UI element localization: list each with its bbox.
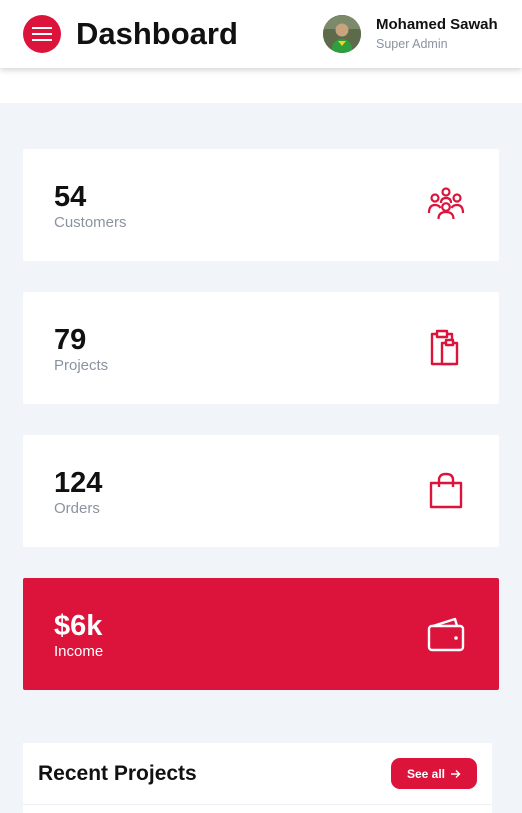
clipboard-icon [430, 329, 459, 366]
wallet-icon [427, 617, 465, 652]
top-header: Dashboard Mohamed Sawah Super Admin [0, 0, 522, 68]
page-title: Dashboard [76, 16, 238, 51]
customers-card[interactable]: 54 Customers [23, 149, 499, 261]
income-card[interactable]: $6k Income [23, 578, 499, 690]
user-name: Mohamed Sawah [376, 16, 498, 33]
avatar[interactable] [323, 15, 361, 53]
orders-label: Orders [54, 500, 100, 517]
user-role: Super Admin [376, 37, 448, 51]
menu-button[interactable] [23, 15, 61, 53]
orders-count: 124 [54, 467, 103, 499]
projects-label: Projects [54, 357, 109, 374]
header-spacer [0, 68, 522, 103]
shopping-bag-icon [429, 472, 463, 509]
user-avatar-icon [323, 15, 361, 53]
income-label: Income [54, 643, 104, 660]
customers-count: 54 [54, 181, 87, 213]
see-all-label: See all [406, 766, 446, 781]
hamburger-menu-icon [32, 27, 52, 41]
customers-label: Customers [54, 214, 127, 231]
arrow-right-icon [451, 769, 461, 778]
see-all-button[interactable]: See all [391, 758, 477, 789]
projects-count: 79 [54, 324, 87, 356]
recent-projects-title: Recent Projects [38, 762, 197, 785]
recent-projects-panel: Recent Projects See all [23, 743, 492, 813]
users-group-icon [427, 187, 465, 220]
orders-card[interactable]: 124 Orders [23, 435, 499, 547]
income-amount: $6k [54, 610, 103, 642]
panel-divider [23, 804, 492, 805]
projects-card[interactable]: 79 Projects [23, 292, 499, 404]
